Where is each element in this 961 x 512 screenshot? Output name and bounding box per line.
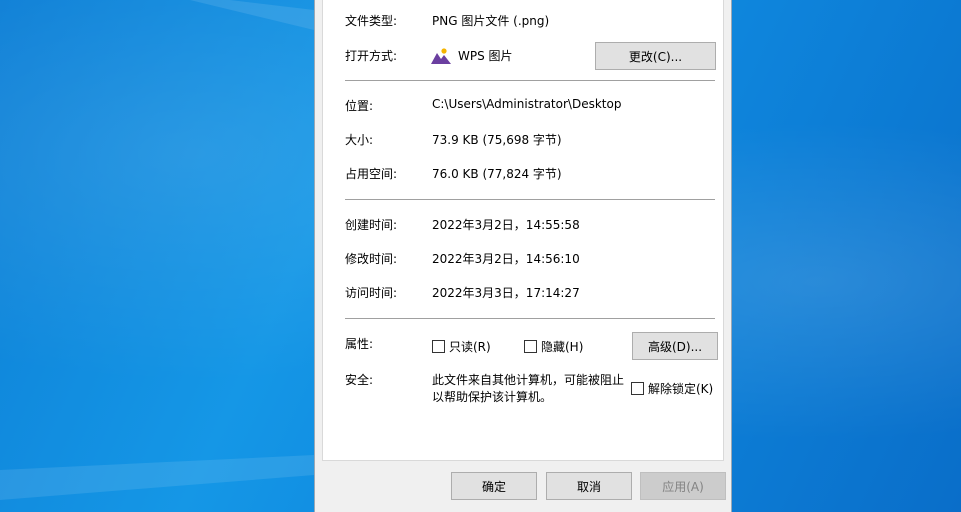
ok-button[interactable]: 确定 xyxy=(451,472,537,500)
cancel-button[interactable]: 取消 xyxy=(546,472,632,500)
accessed-value: 2022年3月3日，17:14:27 xyxy=(432,286,580,300)
size-label: 大小: xyxy=(345,133,374,147)
size-value: 73.9 KB (75,698 字节) xyxy=(432,133,562,147)
created-value: 2022年3月2日，14:55:58 xyxy=(432,218,580,232)
change-button[interactable]: 更改(C)... xyxy=(595,42,716,70)
unblock-checkbox[interactable]: 解除锁定(K) xyxy=(631,380,713,397)
wps-image-icon xyxy=(431,48,451,64)
hidden-checkbox[interactable]: 隐藏(H) xyxy=(524,338,583,355)
modified-label: 修改时间: xyxy=(345,252,398,266)
readonly-checkbox[interactable]: 只读(R) xyxy=(432,338,491,355)
general-tab-panel: 文件类型: PNG 图片文件 (.png) 打开方式: WPS 图片 更改(C)… xyxy=(322,0,724,461)
security-message-line2: 以帮助保护该计算机。 xyxy=(432,390,553,404)
separator xyxy=(345,199,715,200)
separator xyxy=(345,80,715,81)
security-label: 安全: xyxy=(345,373,374,387)
advanced-button[interactable]: 高级(D)... xyxy=(632,332,718,360)
apply-button[interactable]: 应用(A) xyxy=(640,472,726,500)
unblock-checkbox-box[interactable] xyxy=(631,382,644,395)
security-message-line1: 此文件来自其他计算机，可能被阻止 xyxy=(432,373,625,387)
separator xyxy=(345,318,715,319)
readonly-checkbox-box[interactable] xyxy=(432,340,445,353)
open-with-value: WPS 图片 xyxy=(458,49,513,63)
readonly-checkbox-label: 只读(R) xyxy=(449,340,491,354)
hidden-checkbox-box[interactable] xyxy=(524,340,537,353)
open-with-label: 打开方式: xyxy=(345,49,398,63)
file-type-label: 文件类型: xyxy=(345,14,398,28)
hidden-checkbox-label: 隐藏(H) xyxy=(541,340,584,354)
size-on-disk-label: 占用空间: xyxy=(345,167,398,181)
file-properties-dialog: 文件类型: PNG 图片文件 (.png) 打开方式: WPS 图片 更改(C)… xyxy=(314,0,732,512)
location-value: C:\Users\Administrator\Desktop xyxy=(432,97,622,111)
size-on-disk-value: 76.0 KB (77,824 字节) xyxy=(432,167,562,181)
modified-value: 2022年3月2日，14:56:10 xyxy=(432,252,580,266)
file-type-value: PNG 图片文件 (.png) xyxy=(432,14,550,28)
accessed-label: 访问时间: xyxy=(345,286,398,300)
location-label: 位置: xyxy=(345,99,374,113)
attributes-label: 属性: xyxy=(345,337,374,351)
unblock-checkbox-label: 解除锁定(K) xyxy=(648,382,714,396)
created-label: 创建时间: xyxy=(345,218,398,232)
